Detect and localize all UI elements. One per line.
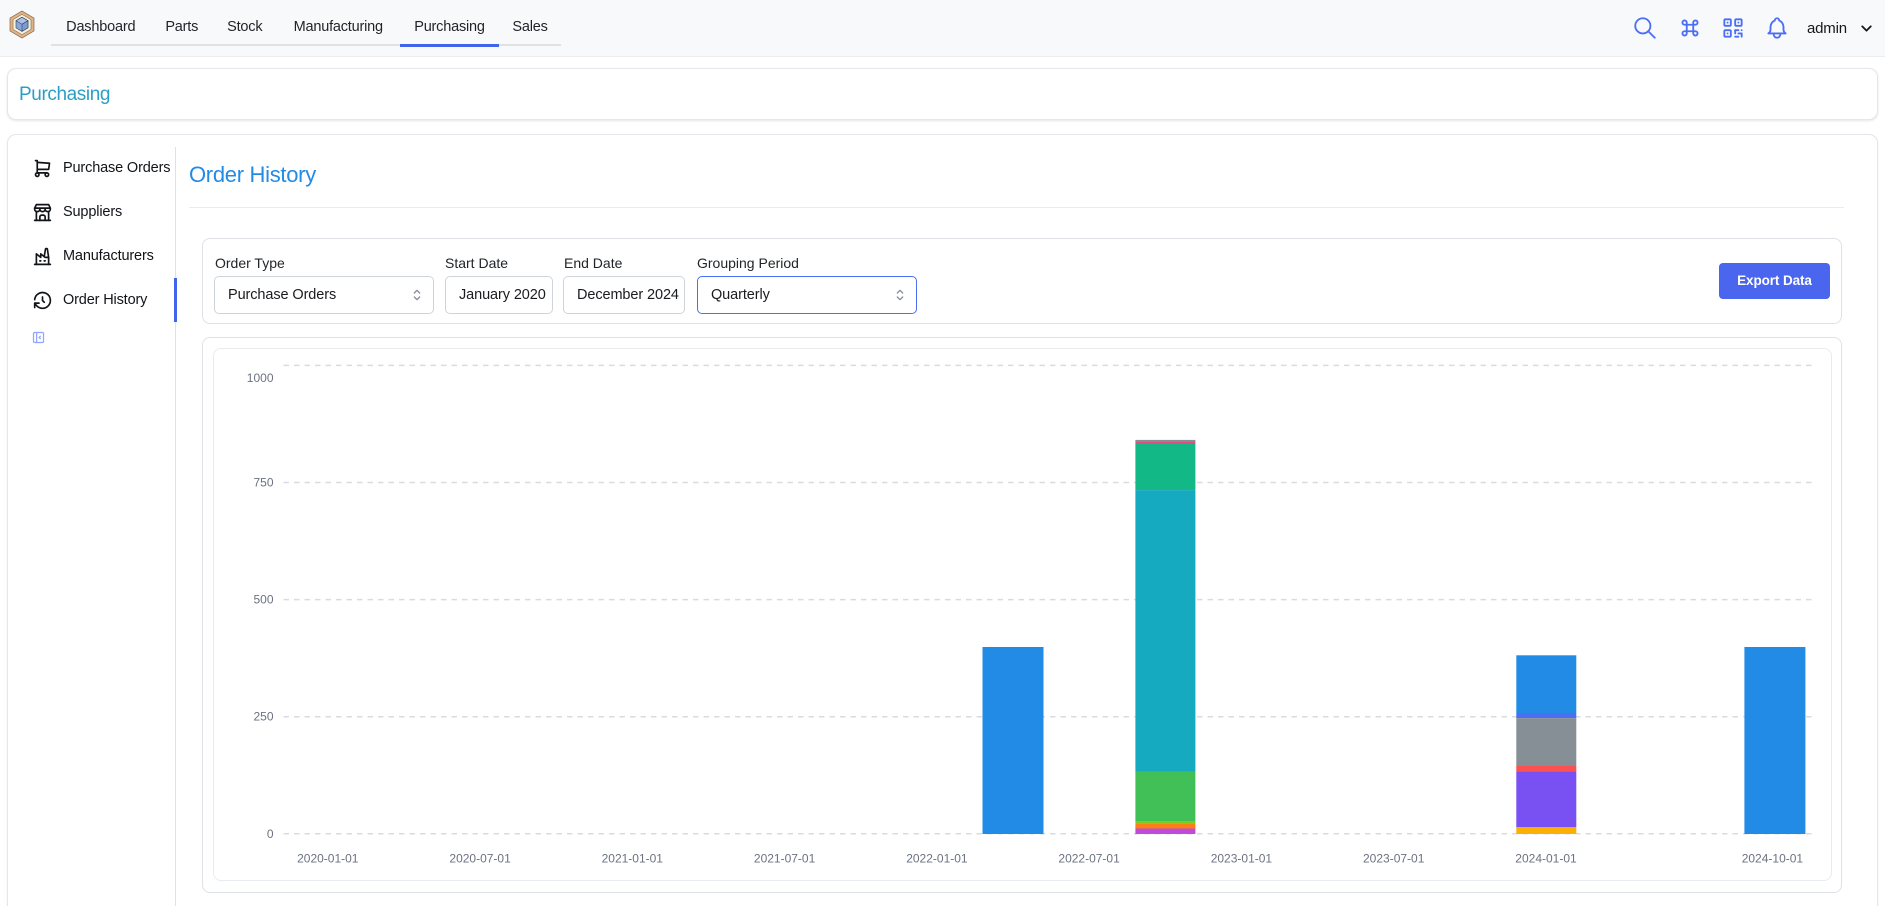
svg-text:2022-07-01: 2022-07-01 (1058, 852, 1120, 866)
svg-text:2023-07-01: 2023-07-01 (1363, 852, 1425, 866)
svg-text:750: 750 (253, 476, 273, 490)
svg-text:500: 500 (253, 593, 273, 607)
svg-text:2020-01-01: 2020-01-01 (297, 852, 359, 866)
svg-text:2021-01-01: 2021-01-01 (602, 852, 664, 866)
svg-text:1000: 1000 (247, 371, 274, 385)
svg-text:2024-01-01: 2024-01-01 (1515, 852, 1577, 866)
svg-text:2020-07-01: 2020-07-01 (449, 852, 511, 866)
svg-text:250: 250 (253, 710, 273, 724)
svg-text:0: 0 (267, 827, 274, 841)
svg-text:2023-01-01: 2023-01-01 (1211, 852, 1273, 866)
svg-text:2021-07-01: 2021-07-01 (754, 852, 816, 866)
svg-text:2024-10-01: 2024-10-01 (1742, 852, 1804, 866)
svg-text:2022-01-01: 2022-01-01 (906, 852, 968, 866)
